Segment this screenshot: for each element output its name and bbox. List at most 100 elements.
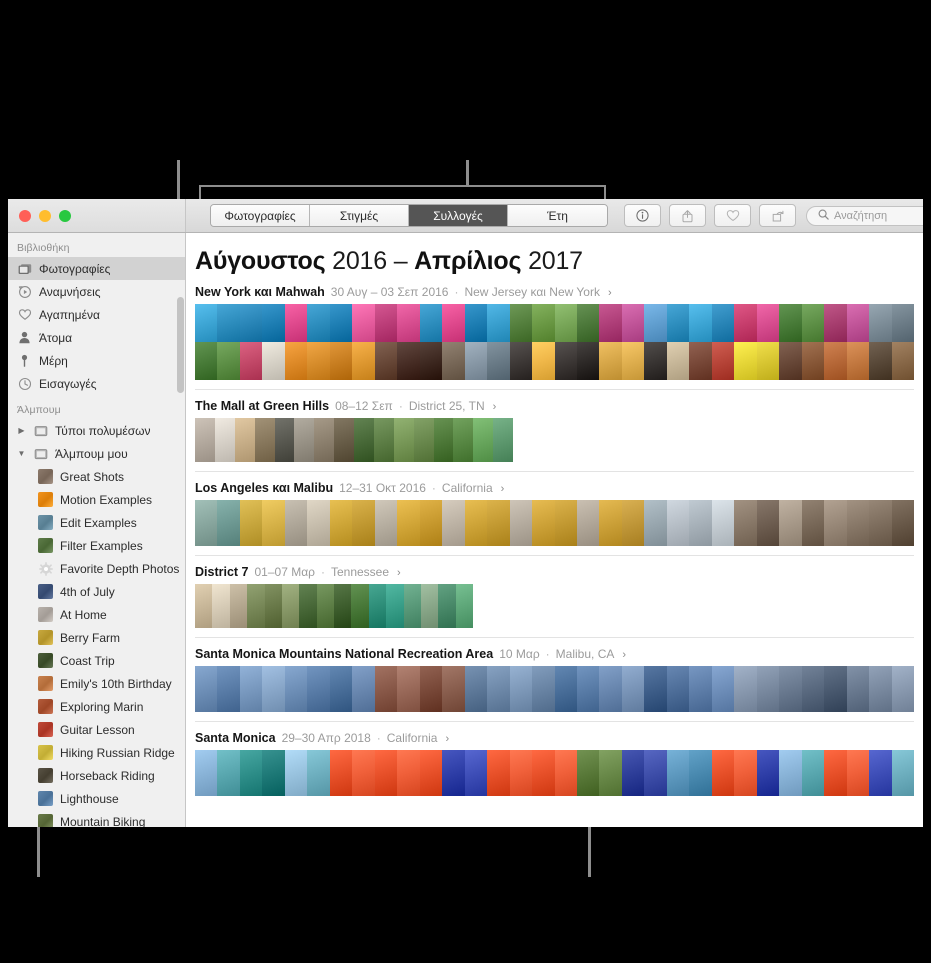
section-header[interactable]: New York και Mahwah 30 Αυγ – 03 Σεπ 2016 ·… <box>195 285 923 304</box>
photo-thumbnail[interactable] <box>621 342 645 380</box>
sidebar-item-people[interactable]: Άτομα <box>8 326 185 349</box>
photo-thumbnail[interactable] <box>419 500 443 546</box>
sidebar-item-places[interactable]: Μέρη <box>8 349 185 372</box>
photo-thumbnail[interactable] <box>711 304 735 342</box>
photo-strip[interactable] <box>195 750 923 796</box>
zoom-button[interactable] <box>59 209 71 222</box>
photo-thumbnail[interactable] <box>195 304 218 342</box>
chevron-right-icon[interactable]: ▶ <box>17 426 26 435</box>
photo-thumbnail[interactable] <box>576 666 600 712</box>
photo-thumbnail[interactable] <box>711 666 735 712</box>
photo-thumbnail[interactable] <box>334 584 352 628</box>
photo-thumbnail[interactable] <box>869 342 892 380</box>
chevron-right-icon[interactable]: › <box>501 483 505 495</box>
photo-thumbnail[interactable] <box>644 342 667 380</box>
photo-thumbnail[interactable] <box>621 666 645 712</box>
photo-thumbnail[interactable] <box>352 500 375 546</box>
photo-thumbnail[interactable] <box>419 666 443 712</box>
photo-thumbnail[interactable] <box>262 342 285 380</box>
photo-thumbnail[interactable] <box>195 666 218 712</box>
sidebar-item-album[interactable]: Filter Examples <box>8 534 185 557</box>
photo-thumbnail[interactable] <box>824 342 847 380</box>
photo-thumbnail[interactable] <box>689 750 712 796</box>
photo-thumbnail[interactable] <box>352 304 375 342</box>
section-header[interactable]: The Mall at Green Hills 08–12 Σεπ · Distric… <box>195 399 923 418</box>
photo-thumbnail[interactable] <box>397 342 420 380</box>
photo-thumbnail[interactable] <box>334 418 354 462</box>
chevron-down-icon[interactable]: ▼ <box>17 449 26 458</box>
photo-thumbnail[interactable] <box>711 750 735 796</box>
photo-thumbnail[interactable] <box>464 304 488 342</box>
photo-thumbnail[interactable] <box>314 418 335 462</box>
sidebar-item-imports[interactable]: Εισαγωγές <box>8 372 185 395</box>
photo-thumbnail[interactable] <box>442 304 465 342</box>
chevron-right-icon[interactable]: › <box>445 733 449 745</box>
sidebar-scrollbar[interactable] <box>177 297 184 393</box>
photo-thumbnail[interactable] <box>438 584 456 628</box>
photo-thumbnail[interactable] <box>801 304 825 342</box>
sidebar-item-album[interactable]: Guitar Lesson <box>8 718 185 741</box>
photo-thumbnail[interactable] <box>329 666 353 712</box>
photo-thumbnail[interactable] <box>284 342 308 380</box>
photo-thumbnail[interactable] <box>532 342 555 380</box>
photo-thumbnail[interactable] <box>473 418 494 462</box>
photo-thumbnail[interactable] <box>532 750 555 796</box>
photo-thumbnail[interactable] <box>354 418 374 462</box>
photo-thumbnail[interactable] <box>374 666 398 712</box>
section-header[interactable]: Santa Monica Mountains National Recreati… <box>195 647 923 666</box>
photo-thumbnail[interactable] <box>666 666 690 712</box>
photo-thumbnail[interactable] <box>195 342 218 380</box>
photo-thumbnail[interactable] <box>756 750 780 796</box>
photo-thumbnail[interactable] <box>779 666 802 712</box>
photo-thumbnail[interactable] <box>756 666 780 712</box>
photo-thumbnail[interactable] <box>239 750 263 796</box>
photo-thumbnail[interactable] <box>239 500 263 546</box>
photo-thumbnail[interactable] <box>487 666 510 712</box>
sidebar-item-photos[interactable]: Φωτογραφίες <box>8 257 185 280</box>
favorite-button[interactable] <box>714 204 751 227</box>
view-tabs[interactable]: Φωτογραφίες Στιγμές Συλλογές Έτη <box>210 204 608 227</box>
sidebar-item-album[interactable]: At Home <box>8 603 185 626</box>
photo-thumbnail[interactable] <box>274 418 295 462</box>
photo-thumbnail[interactable] <box>824 666 847 712</box>
photo-thumbnail[interactable] <box>307 500 330 546</box>
photo-thumbnail[interactable] <box>509 304 533 342</box>
chevron-right-icon[interactable]: › <box>493 401 497 413</box>
photo-thumbnail[interactable] <box>846 666 870 712</box>
sidebar[interactable]: Βιβλιοθήκη Φωτογραφίες Αναμνήσεις Αγαπημ… <box>8 233 186 827</box>
photo-thumbnail[interactable] <box>442 666 465 712</box>
photo-thumbnail[interactable] <box>195 750 218 796</box>
photo-thumbnail[interactable] <box>554 666 577 712</box>
photo-thumbnail[interactable] <box>254 418 275 462</box>
photo-thumbnail[interactable] <box>487 500 510 546</box>
photo-thumbnail[interactable] <box>554 304 577 342</box>
photo-thumbnail[interactable] <box>464 750 488 796</box>
photo-thumbnail[interactable] <box>666 304 690 342</box>
sidebar-item-album[interactable]: Emily's 10th Birthday <box>8 672 185 695</box>
photo-thumbnail[interactable] <box>284 304 308 342</box>
photo-thumbnail[interactable] <box>262 500 285 546</box>
photo-thumbnail[interactable] <box>212 584 230 628</box>
photo-thumbnail[interactable] <box>316 584 334 628</box>
photo-thumbnail[interactable] <box>891 304 914 342</box>
photo-thumbnail[interactable] <box>621 304 645 342</box>
photo-thumbnail[interactable] <box>419 304 443 342</box>
photo-thumbnail[interactable] <box>264 584 282 628</box>
photo-thumbnail[interactable] <box>666 342 690 380</box>
photo-thumbnail[interactable] <box>352 666 375 712</box>
photo-thumbnail[interactable] <box>294 418 315 462</box>
photo-thumbnail[interactable] <box>779 342 802 380</box>
photo-thumbnail[interactable] <box>509 342 533 380</box>
photo-thumbnail[interactable] <box>442 342 465 380</box>
photo-thumbnail[interactable] <box>403 584 421 628</box>
photo-thumbnail[interactable] <box>307 666 330 712</box>
photo-thumbnail[interactable] <box>247 584 265 628</box>
chevron-right-icon[interactable]: › <box>608 287 612 299</box>
search-field[interactable]: Αναζήτηση <box>806 205 923 226</box>
sidebar-item-album[interactable]: Great Shots <box>8 465 185 488</box>
photo-thumbnail[interactable] <box>217 750 240 796</box>
photo-thumbnail[interactable] <box>621 750 645 796</box>
photo-thumbnail[interactable] <box>397 500 420 546</box>
minimize-button[interactable] <box>39 209 51 222</box>
photo-thumbnail[interactable] <box>801 666 825 712</box>
